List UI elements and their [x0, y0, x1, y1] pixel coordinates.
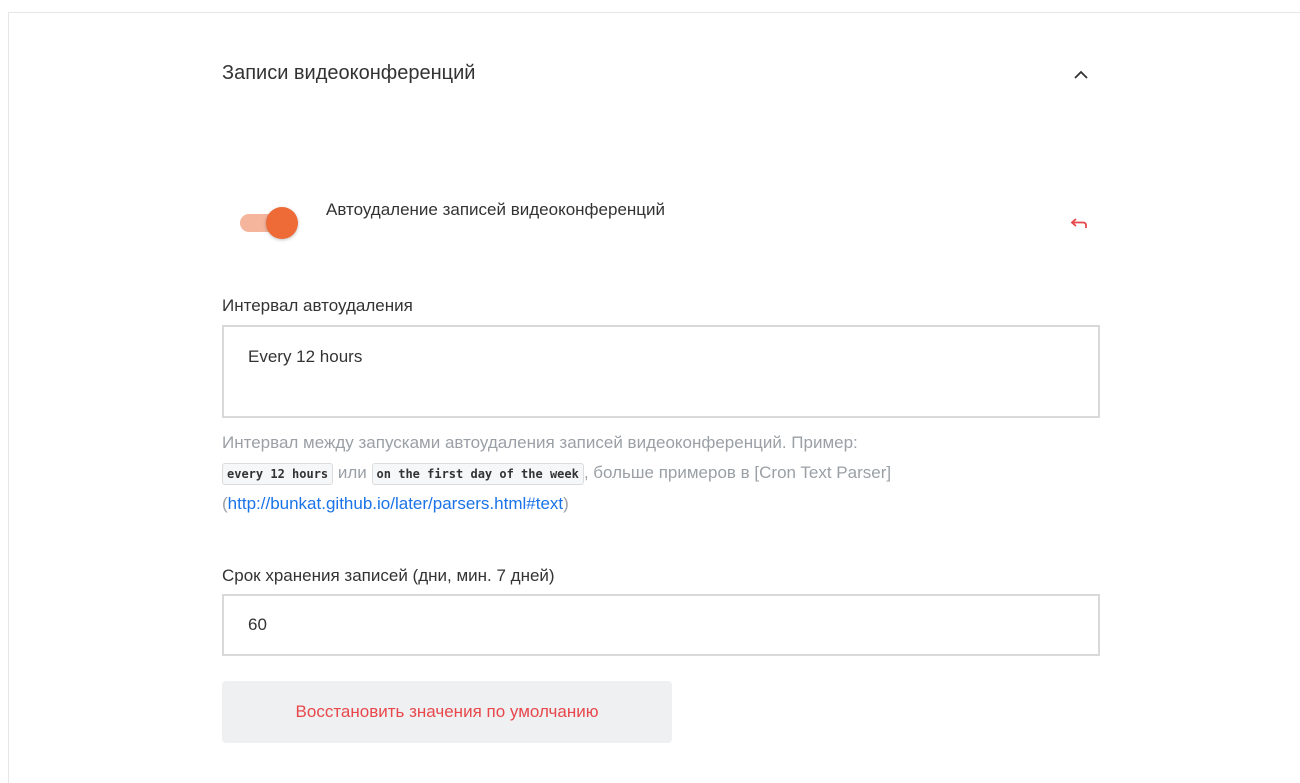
code-example-2: on the first day of the week [371, 463, 584, 485]
retention-label: Срок хранения записей (дни, мин. 7 дней) [222, 566, 555, 585]
restore-defaults-button[interactable]: Восстановить значения по умолчанию [222, 681, 672, 743]
toggle-knob [266, 207, 298, 239]
interval-help-text: Интервал между запусками автоудаления за… [222, 428, 1102, 519]
auto-delete-toggle[interactable] [238, 206, 302, 239]
help-text-before: Интервал между запусками автоудаления за… [222, 433, 858, 452]
auto-delete-label: Автоудаление записей видеоконференций [326, 200, 666, 219]
section-header[interactable]: Записи видеоконференций [222, 56, 1100, 96]
help-or: или [337, 463, 367, 482]
code-example-1: every 12 hours [222, 463, 334, 485]
interval-input[interactable]: Every 12 hours [222, 325, 1100, 418]
retention-input[interactable]: 60 [222, 594, 1100, 656]
reset-arrow-icon[interactable] [1071, 216, 1089, 230]
section-title: Записи видеоконференций [222, 62, 476, 84]
chevron-up-icon[interactable] [1074, 70, 1088, 80]
interval-label: Интервал автоудаления [222, 296, 413, 315]
help-close: ) [563, 494, 569, 513]
cron-parser-link[interactable]: http://bunkat.github.io/later/parsers.ht… [228, 494, 563, 513]
